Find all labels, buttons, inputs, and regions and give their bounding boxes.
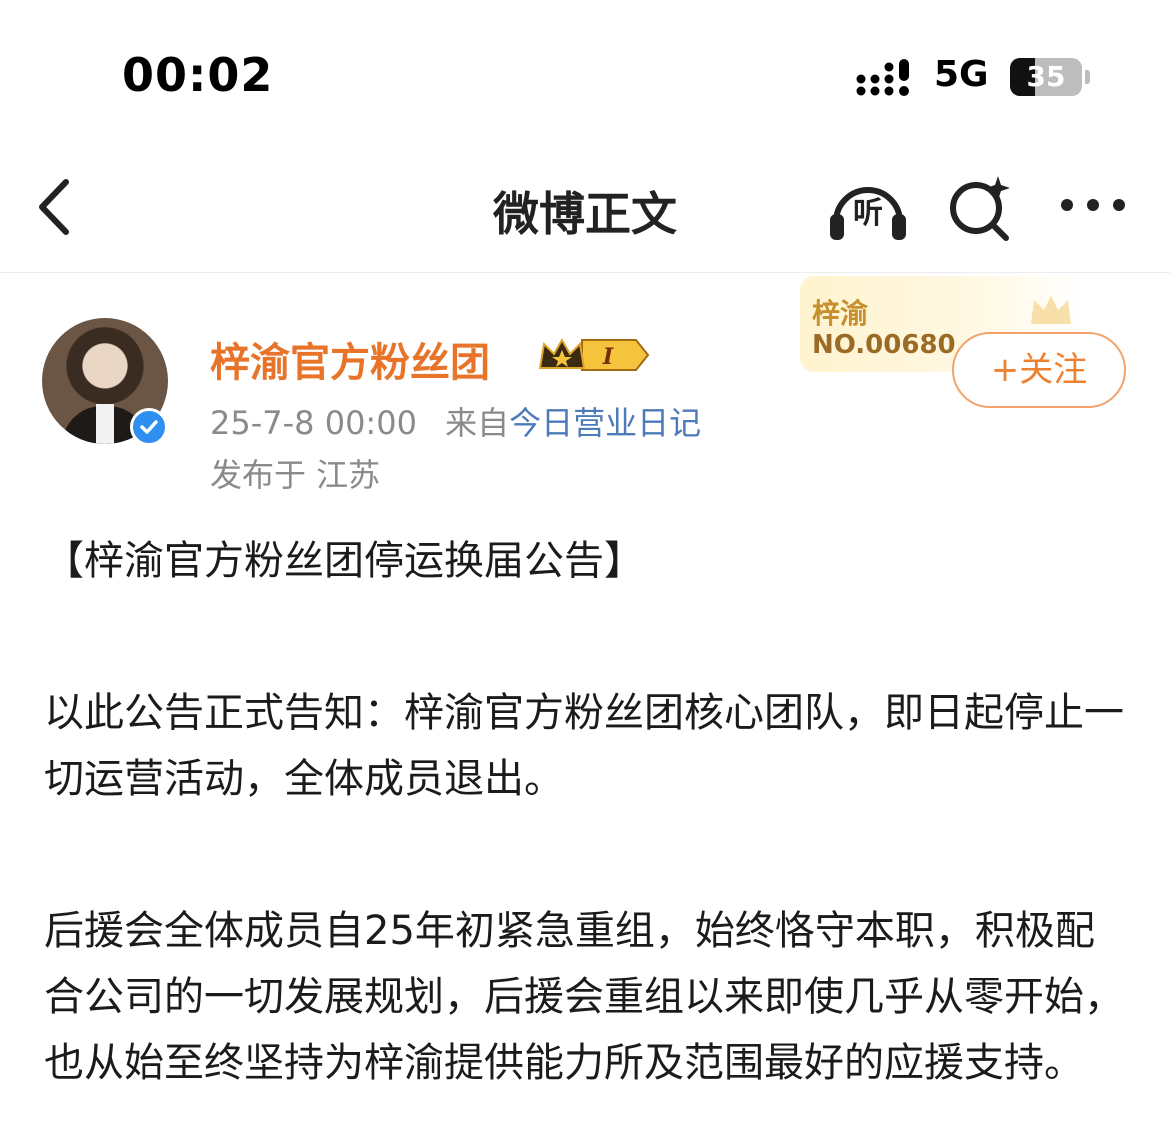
search-sparkle-icon[interactable] (946, 172, 1016, 242)
nav-bar: 微博正文 听 (0, 150, 1170, 273)
post-content: 【梓渝官方粉丝团停运换届公告】 以此公告正式告知：梓渝官方粉丝团核心团队，即日起… (44, 528, 1134, 1096)
source-link[interactable]: 今日营业日记 (509, 404, 701, 442)
network-type: 5G (934, 54, 989, 95)
post-paragraph: 以此公告正式告知：梓渝官方粉丝团核心团队，即日起停止一切运营活动，全体成员退出。 (44, 690, 1124, 802)
crown-icon (1031, 296, 1071, 324)
post-title: 【梓渝官方粉丝团停运换届公告】 (44, 538, 644, 584)
level-badge-text: I (602, 344, 614, 370)
status-bar: 00:02 5G 35 (0, 0, 1170, 150)
battery-icon: 35 (1010, 58, 1082, 96)
battery-level: 35 (1026, 60, 1066, 93)
listen-label: 听 (853, 196, 883, 231)
post-meta: 25-7-8 00:00 来自今日营业日记 (210, 398, 701, 444)
verified-badge-icon (130, 408, 168, 446)
source-prefix: 来自 (445, 404, 510, 442)
status-time: 00:02 (122, 48, 274, 102)
fan-card-name: 梓渝 (812, 297, 869, 330)
avatar-shirt (96, 404, 114, 444)
post-paragraph: 后援会全体成员自25年初紧急重组，始终恪守本职，积极配合公司的一切发展规划，后援… (44, 908, 1124, 1086)
listen-button[interactable]: 听 (826, 174, 910, 244)
battery-tip (1085, 70, 1090, 84)
follow-button[interactable]: +关注 (952, 332, 1126, 408)
level-badge[interactable]: I (538, 334, 650, 376)
post-location: 发布于 江苏 (210, 456, 381, 494)
fan-card-number: NO.00680 (812, 330, 956, 360)
post-timestamp: 25-7-8 00:00 (210, 404, 417, 442)
more-icon[interactable] (1058, 190, 1128, 220)
author-name[interactable]: 梓渝官方粉丝团 (210, 330, 490, 388)
signal-icon (856, 59, 909, 96)
